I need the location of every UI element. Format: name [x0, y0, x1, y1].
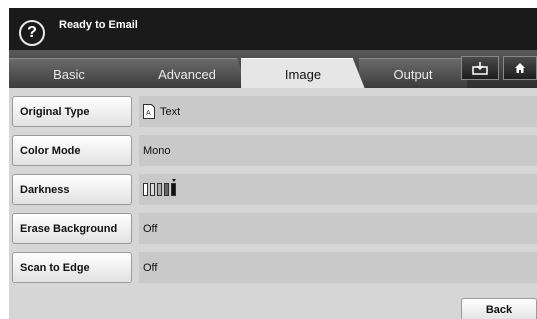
color-mode-button[interactable]: Color Mode [12, 135, 132, 166]
darkness-value [139, 174, 537, 205]
job-tray-icon [472, 62, 488, 75]
svg-text:A: A [146, 110, 151, 117]
back-button[interactable]: Back [461, 298, 537, 319]
darkness-button[interactable]: Darkness [12, 174, 132, 205]
tab-bar: Basic Advanced Output Image [9, 50, 537, 89]
scan-to-edge-value: Off [139, 252, 537, 283]
tab-advanced[interactable]: Advanced [127, 58, 247, 89]
header-bar: ? Ready to Email [9, 8, 537, 50]
original-type-value: A Text [139, 96, 537, 127]
help-icon: ? [27, 24, 37, 41]
home-button[interactable] [503, 56, 537, 80]
tab-output[interactable]: Output [359, 58, 467, 89]
erase-background-button[interactable]: Erase Background [12, 213, 132, 244]
screen: ? Ready to Email Basic Advanced Output I… [9, 8, 537, 319]
home-icon [515, 63, 525, 73]
darkness-level-icon [143, 179, 176, 196]
original-type-text: Text [160, 105, 181, 118]
job-status-button[interactable] [461, 56, 499, 80]
text-document-icon: A [143, 104, 155, 119]
erase-background-value: Off [139, 213, 537, 244]
help-button[interactable]: ? [19, 20, 45, 46]
status-title: Ready to Email [59, 19, 138, 31]
settings-panel: Original Type A Text Color Mode Mono Dar… [9, 88, 537, 319]
original-type-button[interactable]: Original Type [12, 96, 132, 127]
tab-image[interactable]: Image [241, 58, 365, 89]
color-mode-value: Mono [139, 135, 537, 166]
tab-basic[interactable]: Basic [9, 58, 129, 89]
scan-to-edge-button[interactable]: Scan to Edge [12, 252, 132, 283]
